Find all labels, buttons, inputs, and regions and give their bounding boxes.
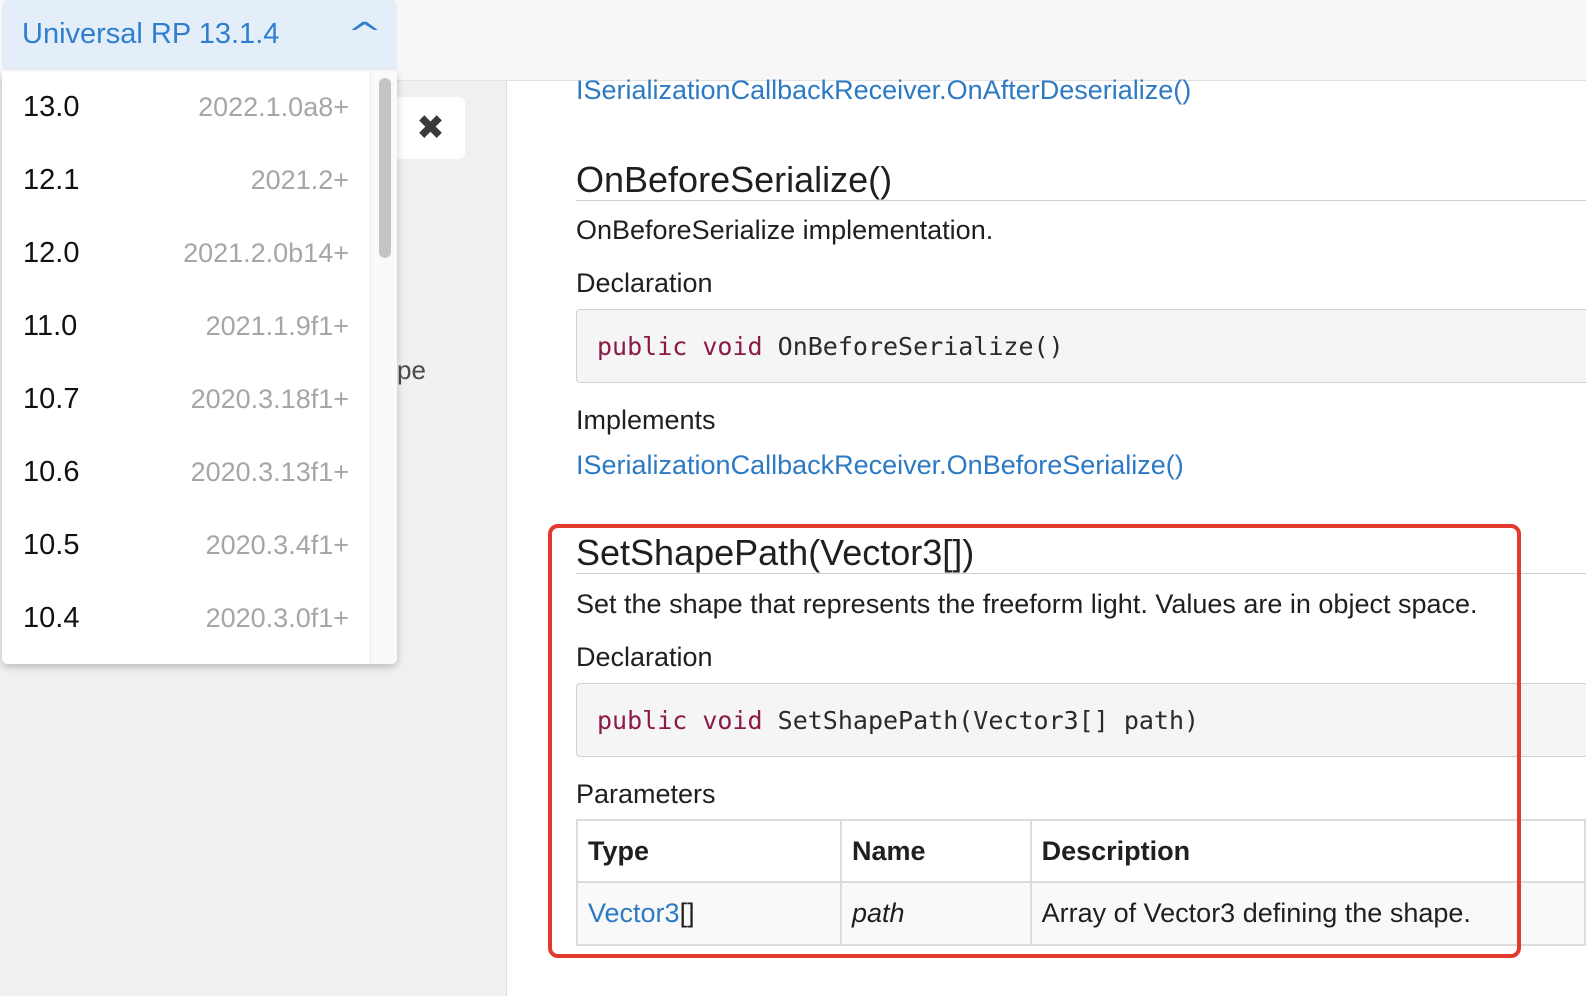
close-icon: ✖ bbox=[416, 109, 445, 147]
sidebar-partial-text: pe bbox=[397, 355, 426, 385]
parameters-table: Type Name Description Vector3[] path Arr… bbox=[576, 819, 1586, 946]
code-keywords: public void bbox=[597, 331, 763, 361]
column-header-description: Description bbox=[1029, 819, 1586, 883]
code-keywords: public void bbox=[597, 705, 763, 735]
param-description-cell: Array of Vector3 defining the shape. bbox=[1029, 881, 1586, 946]
version-number: 10.4 bbox=[23, 602, 80, 634]
declaration-label: Declaration bbox=[576, 268, 713, 298]
set-shape-path-code: public void SetShapePath(Vector3[] path) bbox=[576, 683, 1586, 757]
set-shape-path-title: SetShapePath(Vector3[]) bbox=[576, 533, 1586, 574]
version-option[interactable]: 10.4 2020.3.0f1+ bbox=[2, 582, 370, 655]
code-signature: SetShapePath(Vector3[] path) bbox=[777, 705, 1200, 735]
version-selector[interactable]: Universal RP 13.1.4 ^ bbox=[2, 0, 397, 69]
param-name-cell: path bbox=[840, 881, 1032, 946]
table-header-row: Type Name Description bbox=[576, 819, 1586, 883]
scrollbar-track[interactable] bbox=[370, 71, 397, 664]
version-number: 12.1 bbox=[23, 164, 80, 196]
declaration-label: Declaration bbox=[576, 642, 713, 672]
unity-version: 2021.2+ bbox=[250, 165, 349, 195]
parameters-label: Parameters bbox=[576, 779, 716, 809]
version-option[interactable]: 10.5 2020.3.4f1+ bbox=[2, 509, 370, 582]
version-option[interactable]: 13.0 2022.1.0a8+ bbox=[2, 71, 370, 144]
implements-link[interactable]: ISerializationCallbackReceiver.OnBeforeS… bbox=[576, 450, 1184, 481]
version-number: 10.5 bbox=[23, 529, 80, 561]
code-signature: OnBeforeSerialize() bbox=[777, 331, 1064, 361]
version-number: 12.0 bbox=[23, 237, 80, 269]
version-number: 13.0 bbox=[23, 91, 80, 123]
param-type-suffix: [] bbox=[679, 898, 695, 928]
unity-version: 2021.1.9f1+ bbox=[205, 311, 349, 341]
on-before-serialize-summary: OnBeforeSerialize implementation. bbox=[576, 215, 994, 245]
version-option[interactable]: 12.1 2021.2+ bbox=[2, 144, 370, 217]
on-before-serialize-code: public void OnBeforeSerialize() bbox=[576, 309, 1586, 383]
param-type-cell: Vector3[] bbox=[576, 881, 842, 946]
version-option[interactable]: 10.6 2020.3.13f1+ bbox=[2, 436, 370, 509]
version-number: 10.6 bbox=[23, 456, 80, 488]
on-before-serialize-title: OnBeforeSerialize() bbox=[576, 160, 1586, 201]
close-sidebar-button[interactable]: ✖ bbox=[396, 97, 465, 159]
version-selector-label: Universal RP 13.1.4 bbox=[22, 18, 280, 50]
unity-version: 2020.3.18f1+ bbox=[190, 384, 349, 414]
implements-label: Implements bbox=[576, 405, 716, 435]
unity-version: 2021.2.0b14+ bbox=[183, 238, 349, 268]
vector3-type-link[interactable]: Vector3 bbox=[588, 898, 680, 928]
chevron-up-icon: ^ bbox=[346, 17, 383, 52]
version-dropdown-list: 13.0 2022.1.0a8+ 12.1 2021.2+ 12.0 2021.… bbox=[2, 71, 397, 664]
version-option[interactable]: 10.7 2020.3.18f1+ bbox=[2, 363, 370, 436]
set-shape-path-summary: Set the shape that represents the freefo… bbox=[576, 589, 1478, 619]
version-option[interactable]: 12.0 2021.2.0b14+ bbox=[2, 217, 370, 290]
scrollbar-thumb[interactable] bbox=[379, 78, 391, 258]
version-number: 10.7 bbox=[23, 383, 80, 415]
version-option[interactable]: 11.0 2021.1.9f1+ bbox=[2, 290, 370, 363]
unity-version: 2020.3.0f1+ bbox=[205, 603, 349, 633]
table-row: Vector3[] path Array of Vector3 defining… bbox=[576, 881, 1586, 946]
column-header-name: Name bbox=[840, 819, 1032, 883]
unity-version: 2020.3.13f1+ bbox=[190, 457, 349, 487]
column-header-type: Type bbox=[576, 819, 842, 883]
version-number: 11.0 bbox=[23, 310, 78, 342]
unity-version: 2022.1.0a8+ bbox=[198, 92, 349, 122]
unity-version: 2020.3.4f1+ bbox=[205, 530, 349, 560]
on-after-deserialize-link[interactable]: ISerializationCallbackReceiver.OnAfterDe… bbox=[576, 75, 1191, 106]
